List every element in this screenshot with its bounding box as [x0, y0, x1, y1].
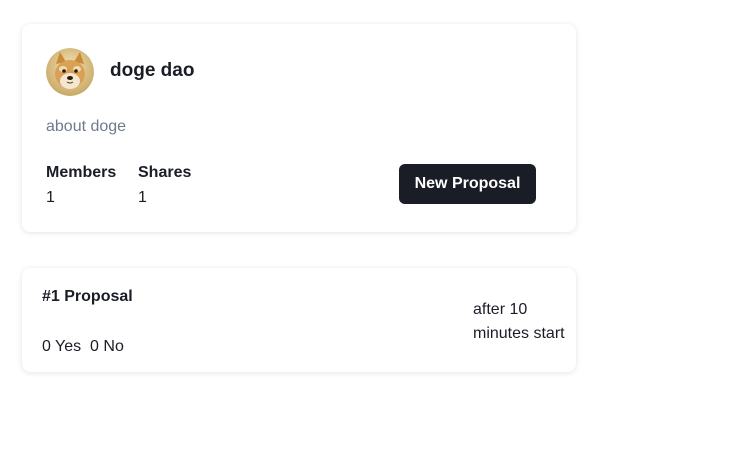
dao-card: doge dao about doge Members 1 Shares 1 N… — [22, 24, 576, 232]
members-label: Members — [46, 164, 117, 181]
proposal-title: #1 Proposal — [42, 288, 133, 305]
proposal-status: after 10 minutes start — [473, 301, 565, 342]
no-votes: 0 No — [90, 338, 124, 355]
members-value: 1 — [46, 189, 55, 206]
proposal-card[interactable]: #1 Proposal 0 Yes 0 No after 10 minutes … — [22, 268, 576, 372]
yes-votes: 0 Yes — [42, 338, 82, 355]
shares-label: Shares — [138, 164, 192, 181]
vote-counts: 0 Yes 0 No — [42, 338, 124, 356]
shares-stat: Shares 1 — [138, 162, 191, 210]
doge-avatar-icon — [46, 48, 94, 96]
dao-name: doge dao — [110, 60, 195, 81]
shares-value: 1 — [138, 189, 147, 206]
members-stat: Members 1 — [46, 162, 116, 210]
dao-description: about doge — [46, 118, 127, 135]
new-proposal-button[interactable]: New Proposal — [399, 164, 536, 204]
